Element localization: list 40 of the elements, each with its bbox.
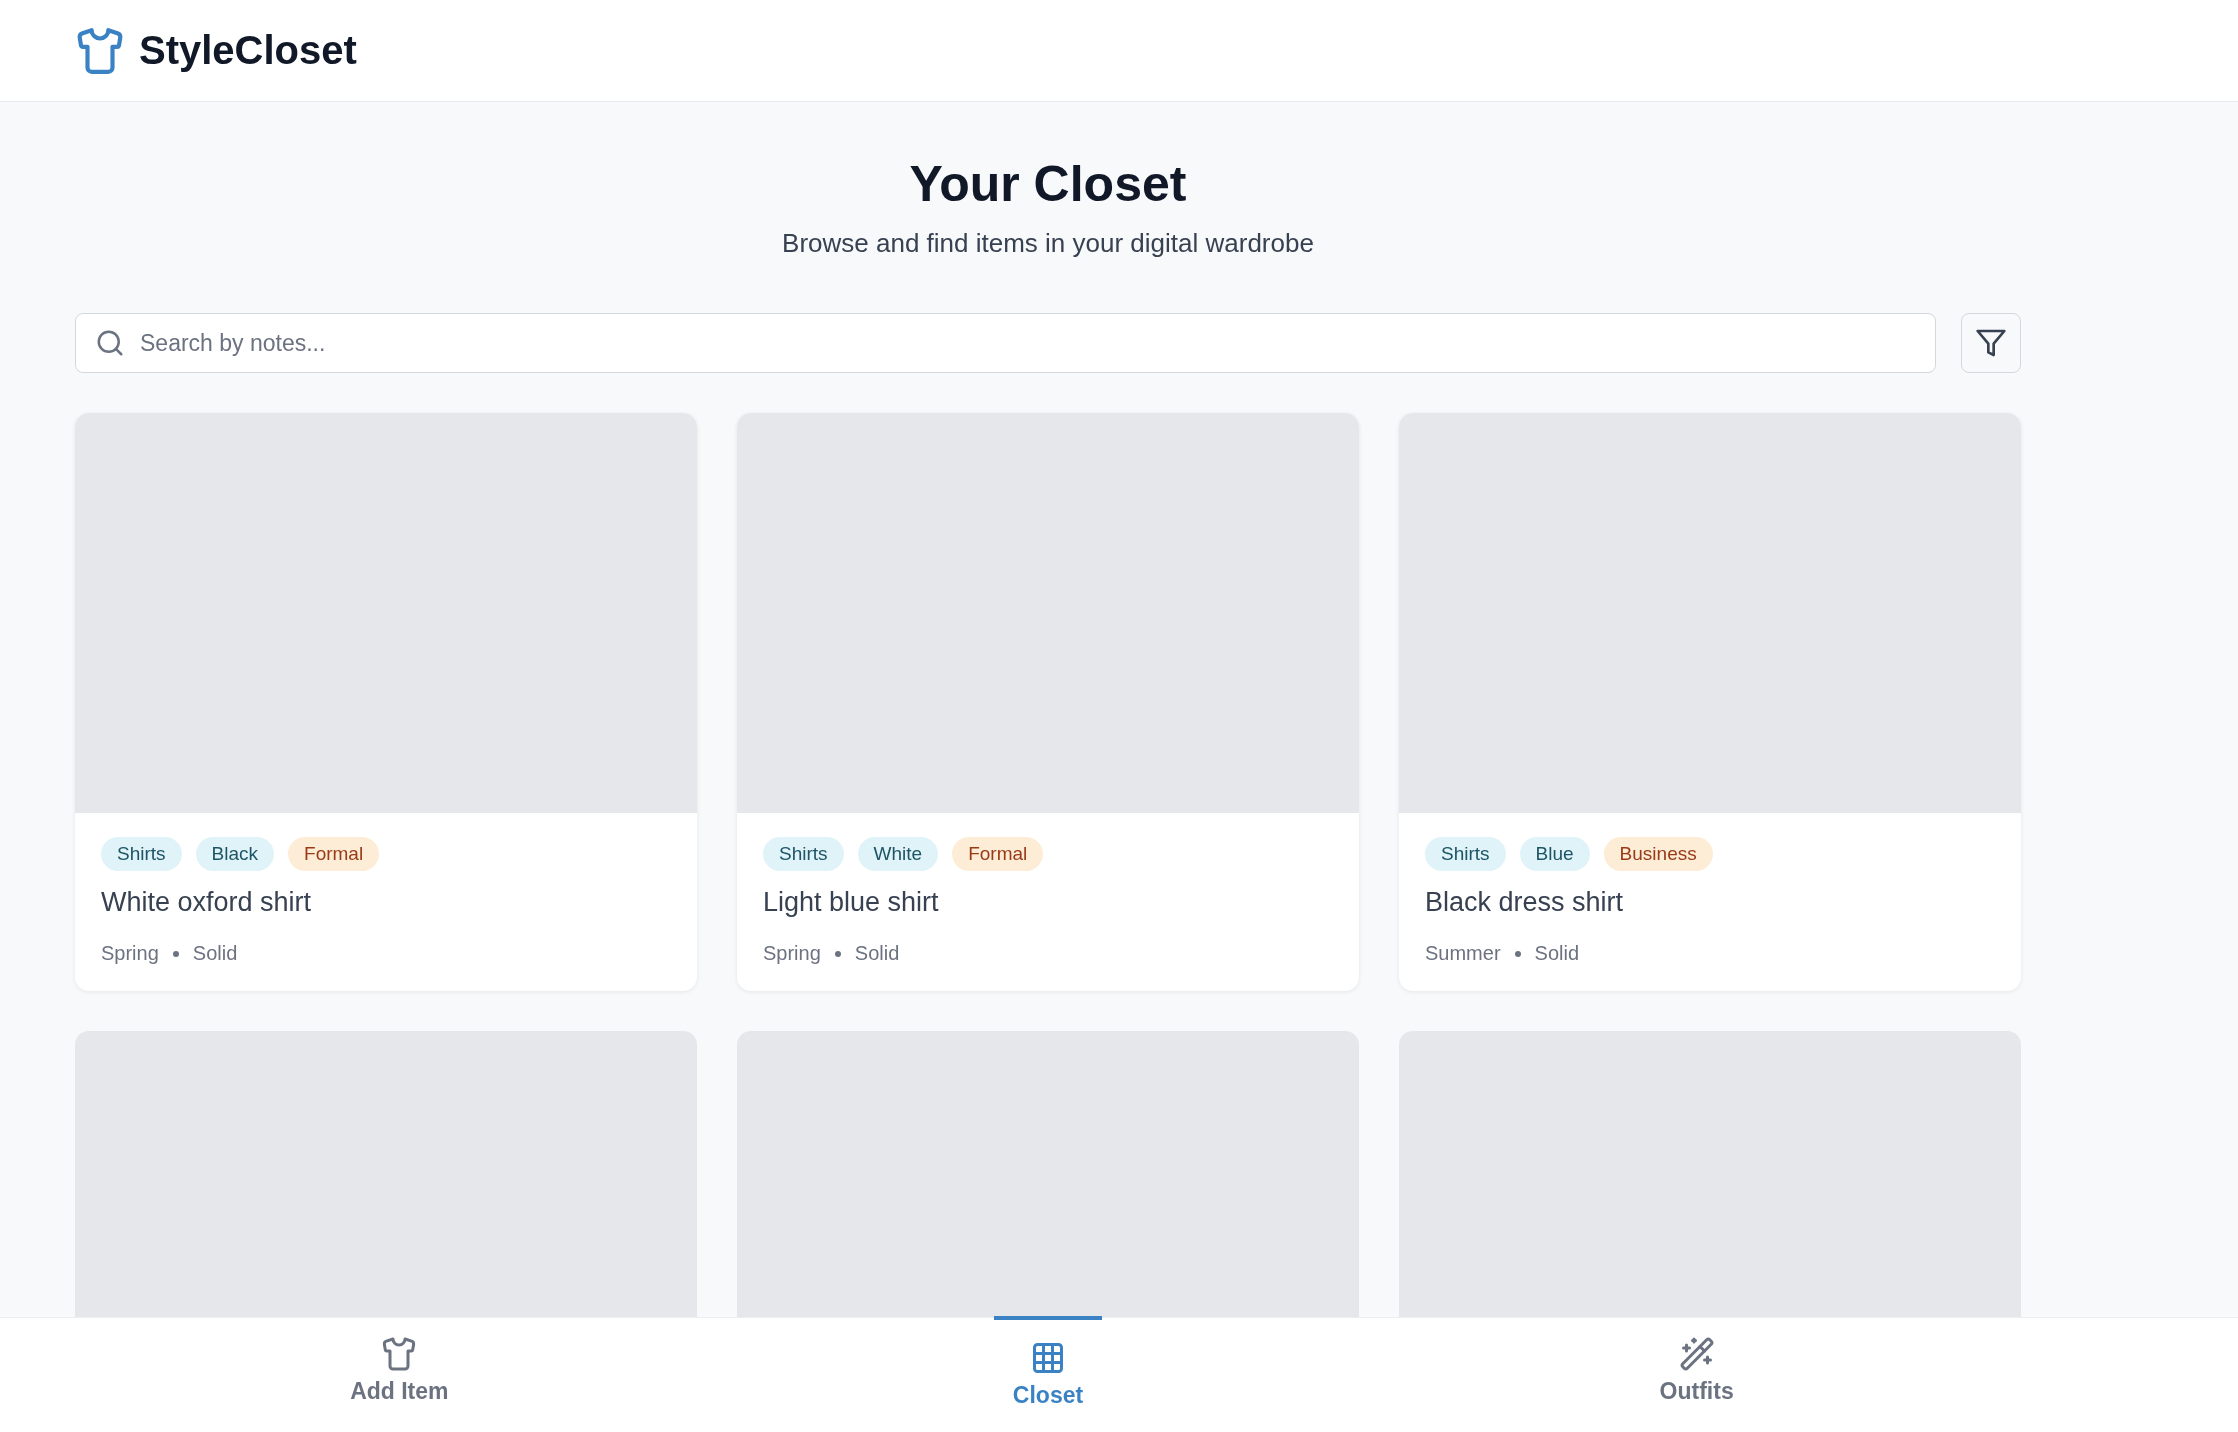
style-tag: Formal bbox=[952, 837, 1044, 871]
item-card[interactable]: Shirts Blue Business Black dress shirt Summer Solid bbox=[1399, 413, 2021, 991]
grid-icon bbox=[1030, 1340, 1066, 1376]
season-text: Spring bbox=[101, 942, 159, 965]
nav-tab[interactable]: Outfits bbox=[1372, 1318, 2021, 1432]
item-name: Black dress shirt bbox=[1425, 887, 1625, 918]
item-card[interactable]: Shirts White Formal Light blue shirt Spring Solid bbox=[737, 413, 1359, 991]
filter-icon bbox=[1975, 327, 2007, 359]
separator-dot bbox=[1514, 950, 1521, 957]
app-logo-text: StyleCloset bbox=[139, 28, 357, 73]
item-card[interactable]: Shirts Black Formal White oxford shirt Spring Solid bbox=[75, 413, 697, 991]
search-field[interactable]: Search by notes... bbox=[75, 313, 1936, 373]
shirt-logo-icon bbox=[75, 25, 125, 76]
filter-button[interactable] bbox=[1961, 313, 2021, 373]
item-name: Light blue shirt bbox=[763, 887, 940, 918]
pattern-text: Solid bbox=[854, 942, 900, 965]
shirt-icon bbox=[381, 1336, 418, 1372]
category-tag: Shirts bbox=[1425, 837, 1506, 871]
pattern-text: Solid bbox=[192, 942, 238, 965]
nav-tab[interactable]: Closet bbox=[723, 1318, 1373, 1432]
color-tag: White bbox=[857, 837, 939, 871]
category-tag: Shirts bbox=[101, 837, 182, 871]
page-subtitle: Browse and find items in your digital wardrobe bbox=[781, 228, 1315, 259]
season-text: Summer bbox=[1425, 942, 1501, 965]
magic-wand-icon bbox=[1678, 1336, 1715, 1372]
style-tag: Business bbox=[1603, 837, 1713, 871]
season-text: Spring bbox=[763, 942, 821, 965]
color-tag: Black bbox=[195, 837, 275, 871]
style-tag: Formal bbox=[288, 837, 380, 871]
separator-dot bbox=[834, 950, 841, 957]
item-card[interactable] bbox=[737, 1031, 1359, 1318]
item-card[interactable] bbox=[75, 1031, 697, 1318]
separator-dot bbox=[172, 950, 179, 957]
item-name: White oxford shirt bbox=[101, 887, 313, 918]
color-tag: Blue bbox=[1519, 837, 1590, 871]
nav-tab[interactable]: Add Item bbox=[75, 1318, 724, 1432]
item-card[interactable] bbox=[1399, 1031, 2021, 1318]
page-title: Your Closet bbox=[908, 155, 1188, 214]
pattern-text: Solid bbox=[1534, 942, 1580, 965]
category-tag: Shirts bbox=[763, 837, 844, 871]
